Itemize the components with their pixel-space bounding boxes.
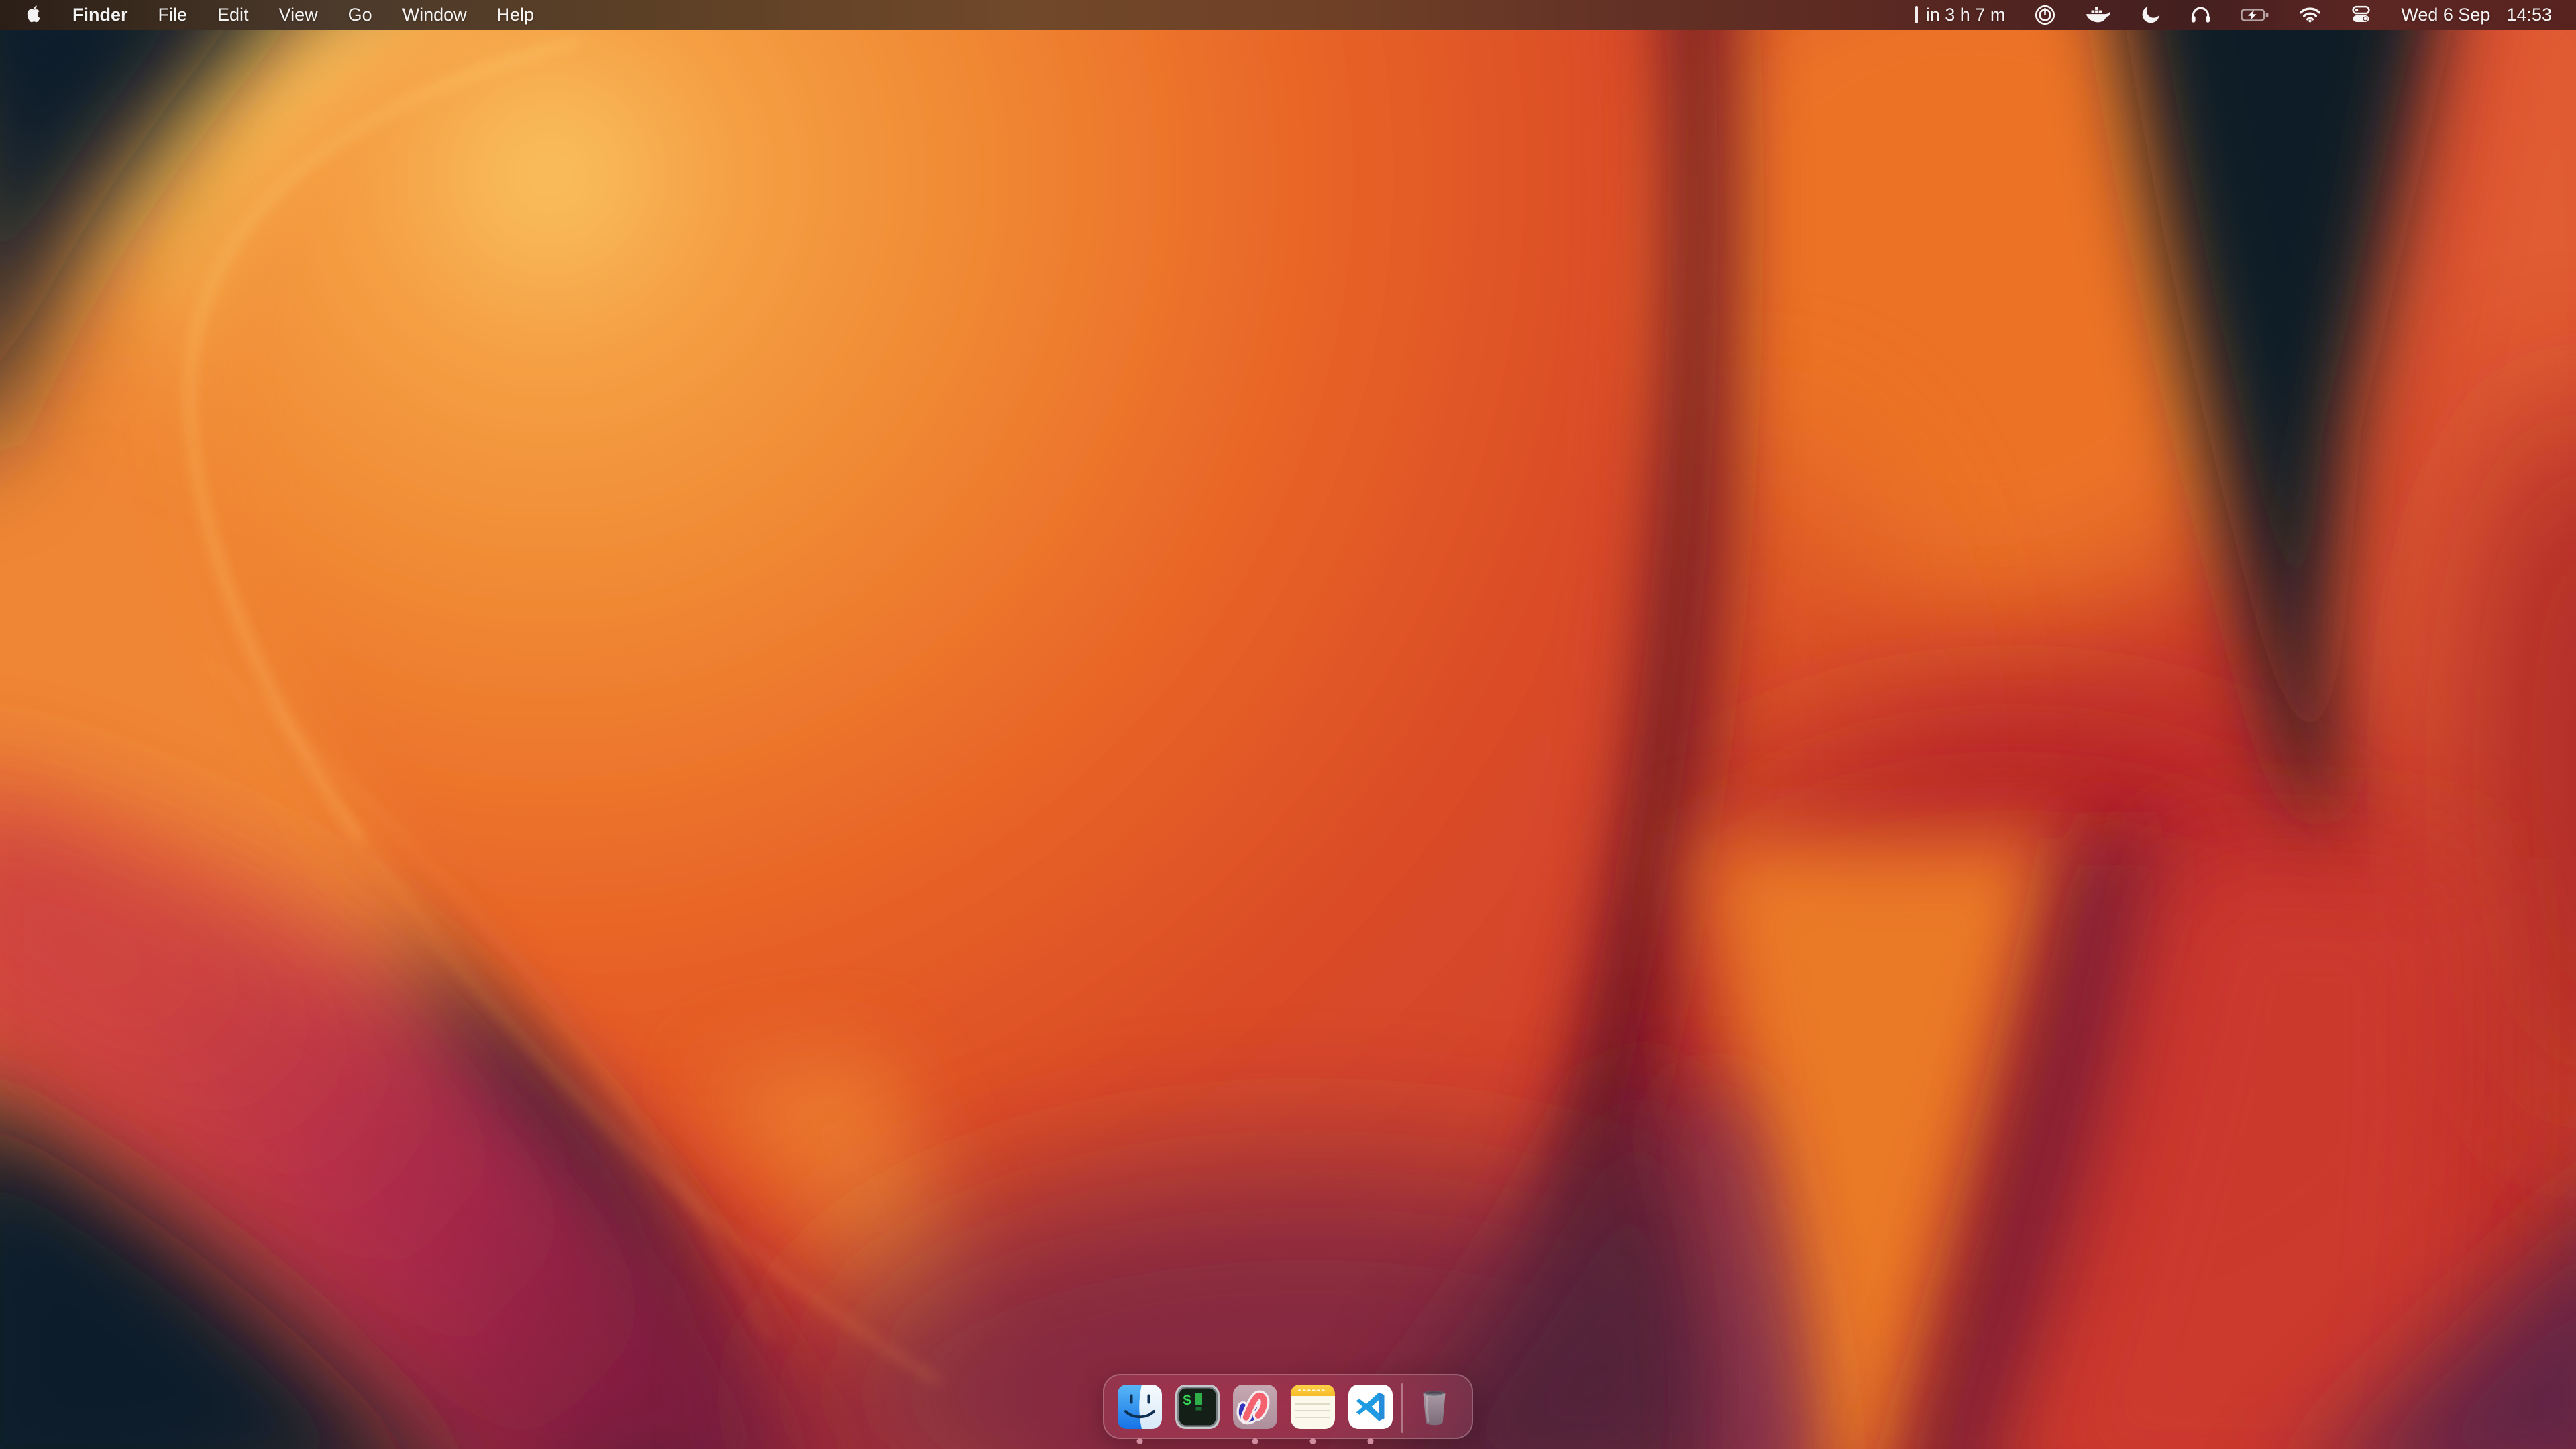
dock-item-a-letter-app[interactable] bbox=[1233, 1385, 1277, 1448]
menu-view[interactable]: View bbox=[279, 5, 318, 25]
active-app-menu[interactable]: Finder bbox=[72, 5, 128, 25]
control-center-icon[interactable] bbox=[2351, 5, 2371, 24]
running-indicator bbox=[1368, 1438, 1374, 1444]
menu-bar-date: Wed 6 Sep bbox=[2401, 5, 2490, 25]
dock-item-notes[interactable] bbox=[1291, 1385, 1335, 1448]
menu-edit[interactable]: Edit bbox=[217, 5, 249, 25]
running-indicator bbox=[1310, 1438, 1316, 1444]
headphones-icon[interactable] bbox=[2190, 6, 2211, 24]
menu-bar: Finder File Edit View Go Window Help in … bbox=[0, 0, 2576, 30]
terminal-icon: $ bbox=[1175, 1385, 1220, 1429]
apple-menu[interactable] bbox=[25, 5, 42, 25]
dock-item-finder[interactable] bbox=[1118, 1385, 1162, 1448]
menu-window[interactable]: Window bbox=[402, 5, 467, 25]
notes-icon bbox=[1291, 1385, 1335, 1429]
menu-bar-time: 14:53 bbox=[2506, 5, 2552, 25]
menu-bar-left: Finder File Edit View Go Window Help bbox=[0, 5, 534, 25]
desktop: Finder File Edit View Go Window Help in … bbox=[0, 0, 2576, 1449]
running-indicator bbox=[1252, 1438, 1258, 1444]
dock-item-terminal[interactable]: $ bbox=[1175, 1385, 1220, 1448]
dock-item-vscode[interactable] bbox=[1348, 1385, 1393, 1448]
clock[interactable]: Wed 6 Sep 14:53 bbox=[2401, 5, 2552, 25]
apple-logo-icon bbox=[25, 5, 42, 25]
timer-bar-icon bbox=[1915, 6, 1918, 23]
finder-icon bbox=[1118, 1385, 1162, 1429]
svg-text:$: $ bbox=[1183, 1393, 1191, 1409]
docker-icon[interactable] bbox=[2085, 5, 2111, 25]
a-letter-app-icon bbox=[1233, 1385, 1277, 1429]
dock: $ bbox=[1103, 1374, 1473, 1439]
vscode-icon bbox=[1348, 1385, 1393, 1429]
moon-icon[interactable] bbox=[2141, 5, 2161, 25]
desktop-wallpaper bbox=[0, 0, 2576, 1449]
power-ring-icon[interactable] bbox=[2035, 5, 2055, 25]
timer-status-item[interactable]: in 3 h 7 m bbox=[1915, 5, 2006, 25]
wifi-icon[interactable] bbox=[2299, 7, 2321, 23]
running-indicator bbox=[1137, 1438, 1143, 1444]
trash-icon bbox=[1412, 1385, 1456, 1429]
dock-separator bbox=[1401, 1383, 1403, 1433]
battery-charging-icon[interactable] bbox=[2241, 8, 2269, 22]
dock-item-trash[interactable] bbox=[1412, 1385, 1456, 1448]
menu-go[interactable]: Go bbox=[348, 5, 372, 25]
menu-file[interactable]: File bbox=[158, 5, 188, 25]
menu-help[interactable]: Help bbox=[497, 5, 535, 25]
timer-text: in 3 h 7 m bbox=[1926, 5, 2006, 25]
menu-bar-status: in 3 h 7 m bbox=[1915, 5, 2576, 25]
